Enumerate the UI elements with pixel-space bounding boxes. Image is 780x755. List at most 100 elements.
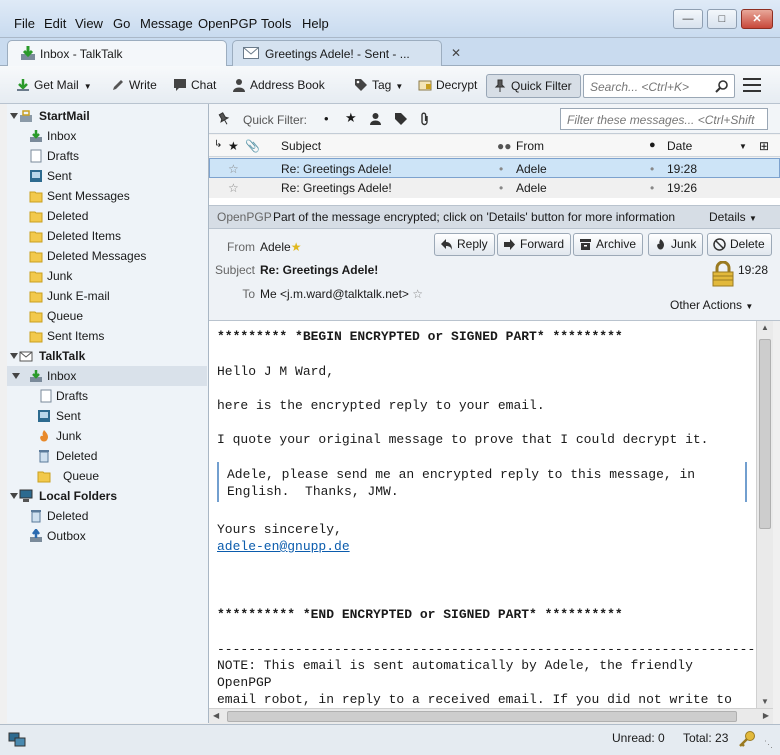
other-actions-button[interactable]: Other Actions ▼: [670, 298, 753, 312]
subject-label: Subject: [214, 263, 255, 277]
attachment-filter-icon[interactable]: [420, 112, 430, 126]
table-row[interactable]: ☆ Re: Greetings Adele! • Adele • 19:26: [209, 178, 780, 198]
reply-button[interactable]: Reply: [434, 233, 495, 256]
tab-inbox[interactable]: Inbox - TalkTalk: [7, 40, 227, 66]
forward-button[interactable]: Forward: [497, 233, 572, 256]
menu-view[interactable]: View: [75, 16, 103, 31]
to-value[interactable]: Me <j.m.ward@talktalk.net> ☆: [260, 287, 423, 301]
account-talktalk[interactable]: TalkTalk: [7, 346, 207, 366]
junk-column-icon[interactable]: ●: [649, 139, 656, 151]
menu-file[interactable]: File: [14, 16, 35, 31]
subject-column-header[interactable]: Subject: [281, 139, 321, 153]
key-icon[interactable]: [738, 730, 756, 748]
column-picker-icon[interactable]: ⊞: [759, 139, 769, 153]
pushpin-icon[interactable]: [217, 112, 231, 126]
menu-help[interactable]: Help: [302, 16, 329, 31]
folder-talktalk-sent[interactable]: Sent: [7, 406, 207, 426]
attachment-column-icon[interactable]: 📎: [245, 139, 260, 153]
horizontal-scrollbar[interactable]: ◀ ▶: [209, 708, 773, 724]
menu-tools[interactable]: Tools: [261, 16, 291, 31]
folder-local-outbox[interactable]: Outbox: [7, 526, 207, 546]
scroll-up-arrow-icon[interactable]: ▲: [761, 323, 769, 332]
menu-edit[interactable]: Edit: [44, 16, 66, 31]
collapse-arrow-icon[interactable]: [10, 493, 18, 499]
starred-filter-icon[interactable]: ★: [345, 110, 357, 126]
folder-talktalk-queue[interactable]: Queue: [7, 466, 207, 486]
get-mail-button[interactable]: Get Mail ▼: [14, 75, 92, 97]
scroll-down-arrow-icon[interactable]: ▼: [761, 697, 769, 706]
decrypt-button[interactable]: Decrypt: [416, 75, 477, 97]
collapse-arrow-icon[interactable]: [10, 353, 18, 359]
unread-filter-icon[interactable]: •: [324, 111, 329, 126]
folder-talktalk-junk[interactable]: Junk: [7, 426, 207, 446]
star-column-icon[interactable]: ★: [228, 139, 239, 153]
address-book-button[interactable]: Address Book: [230, 75, 325, 97]
star-icon[interactable]: ★: [291, 240, 302, 254]
thread-column-icon[interactable]: ↳: [214, 139, 222, 150]
account-local-folders[interactable]: Local Folders: [7, 486, 207, 506]
expand-arrow-icon[interactable]: [12, 373, 20, 379]
date-column-header[interactable]: Date: [667, 139, 692, 153]
folder-talktalk-drafts[interactable]: Drafts: [7, 386, 207, 406]
delete-button[interactable]: Delete: [707, 233, 772, 256]
table-row[interactable]: ☆ Re: Greetings Adele! • Adele • 19:28: [209, 158, 780, 178]
chevron-down-icon[interactable]: ▼: [84, 82, 92, 91]
from-value[interactable]: Adele★: [260, 240, 301, 254]
folder-queue[interactable]: Queue: [7, 306, 207, 326]
vertical-scroll-thumb[interactable]: [759, 339, 771, 529]
archive-button[interactable]: Archive: [573, 233, 644, 256]
email-link[interactable]: adele-en@gnupp.de: [217, 538, 350, 555]
contact-filter-icon[interactable]: [370, 113, 381, 125]
read-dot-icon[interactable]: •: [499, 159, 503, 179]
network-status-icon[interactable]: [8, 732, 26, 748]
minimize-button[interactable]: —: [673, 9, 703, 29]
close-tab-icon[interactable]: ✕: [451, 46, 461, 60]
details-button[interactable]: Details ▼: [709, 206, 757, 230]
maximize-button[interactable]: □: [707, 9, 737, 29]
menu-go[interactable]: Go: [113, 16, 130, 31]
from-column-header[interactable]: From: [516, 139, 544, 153]
folder-deleted-items[interactable]: Deleted Items: [7, 226, 207, 246]
menu-openpgp[interactable]: OpenPGP: [198, 16, 257, 31]
junk-dot-icon[interactable]: •: [650, 178, 654, 198]
folder-junk-email[interactable]: Junk E-mail: [7, 286, 207, 306]
read-dot-icon[interactable]: •: [499, 178, 503, 198]
tab-greetings[interactable]: Greetings Adele! - Sent - ... ✕: [232, 40, 461, 66]
read-column-icon[interactable]: ●●: [497, 139, 512, 153]
filter-messages-input[interactable]: Filter these messages... <Ctrl+Shift: [560, 108, 768, 130]
quick-filter-button[interactable]: Quick Filter: [486, 74, 581, 98]
folder-drafts[interactable]: Drafts: [7, 146, 207, 166]
tag-filter-icon[interactable]: [395, 113, 407, 125]
folder-junk[interactable]: Junk: [7, 266, 207, 286]
horizontal-scroll-thumb[interactable]: [227, 711, 737, 722]
folder-talktalk-deleted[interactable]: Deleted: [7, 446, 207, 466]
junk-dot-icon[interactable]: •: [650, 159, 654, 179]
app-menu-icon[interactable]: [743, 78, 761, 94]
scroll-left-arrow-icon[interactable]: ◀: [213, 711, 219, 720]
folder-deleted-messages[interactable]: Deleted Messages: [7, 246, 207, 266]
chat-button[interactable]: Chat: [171, 75, 216, 97]
folder-sent-items[interactable]: Sent Items: [7, 326, 207, 346]
star-outline-icon[interactable]: ☆: [412, 287, 423, 301]
sort-arrow-icon[interactable]: ▼: [739, 142, 747, 151]
folder-sent-messages[interactable]: Sent Messages: [7, 186, 207, 206]
folder-local-deleted[interactable]: Deleted: [7, 506, 207, 526]
star-icon[interactable]: ☆: [228, 159, 239, 179]
folder-inbox[interactable]: Inbox: [7, 126, 207, 146]
folder-talktalk-inbox[interactable]: Inbox: [7, 366, 207, 386]
search-input[interactable]: Search... <Ctrl+K>: [583, 74, 735, 98]
scroll-right-arrow-icon[interactable]: ▶: [763, 711, 769, 720]
collapse-arrow-icon[interactable]: [10, 113, 18, 119]
vertical-scrollbar[interactable]: ▲ ▼: [756, 321, 773, 708]
folder-sent[interactable]: Sent: [7, 166, 207, 186]
close-window-button[interactable]: ✕: [741, 9, 773, 29]
star-icon[interactable]: ☆: [228, 178, 239, 198]
message-time: 19:28: [738, 263, 769, 277]
folder-deleted[interactable]: Deleted: [7, 206, 207, 226]
junk-button[interactable]: Junk: [648, 233, 704, 256]
resize-grip-icon[interactable]: ⋱: [764, 739, 773, 750]
write-button[interactable]: Write: [109, 75, 157, 97]
menu-message[interactable]: Message: [140, 16, 193, 31]
account-startmail[interactable]: StartMail: [7, 106, 207, 126]
tag-button[interactable]: Tag ▼: [352, 75, 403, 97]
